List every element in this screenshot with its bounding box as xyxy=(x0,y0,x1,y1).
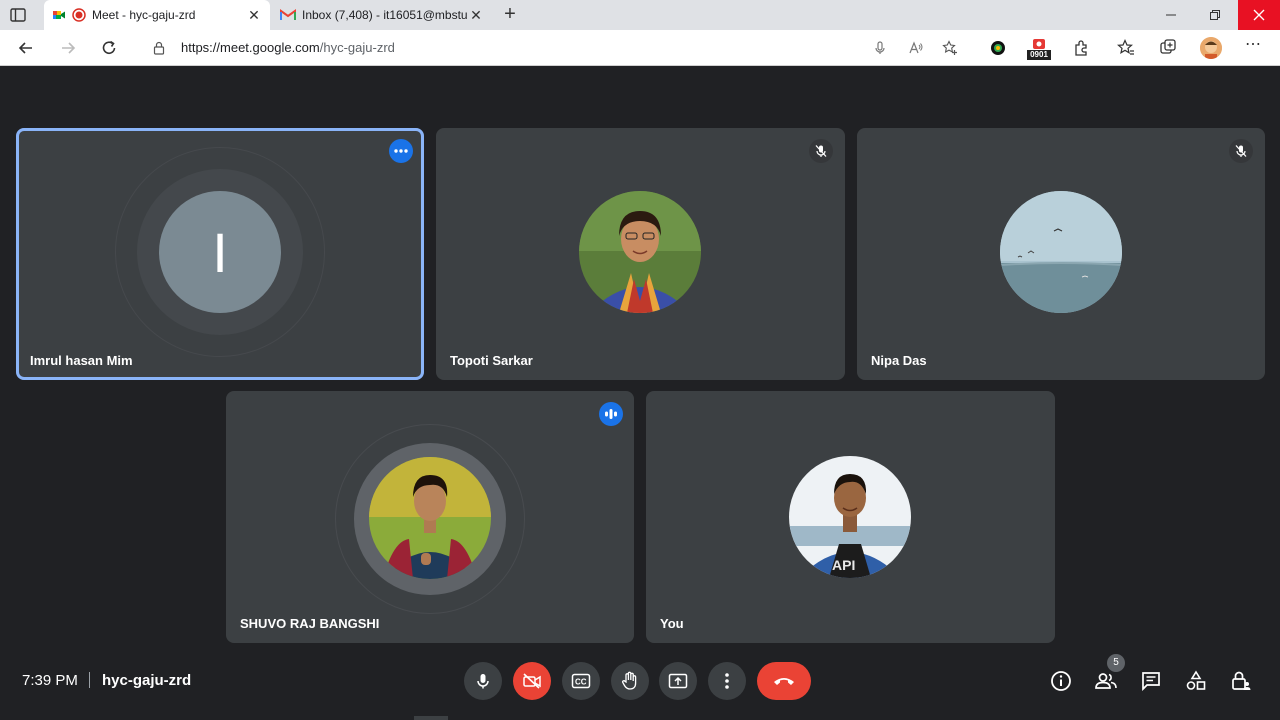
microphone-icon[interactable] xyxy=(872,40,888,56)
address-bar[interactable]: https://meet.google.com/hyc-gaju-zrd xyxy=(136,34,972,62)
participant-photo xyxy=(1000,191,1122,313)
profile-photo-icon: API xyxy=(789,456,911,578)
more-vert-icon xyxy=(725,673,729,689)
extension-color-icon[interactable] xyxy=(989,39,1007,57)
minimize-button[interactable] xyxy=(1150,0,1192,30)
muted-indicator xyxy=(1229,139,1253,163)
svg-text:CC: CC xyxy=(575,678,587,687)
refresh-icon[interactable] xyxy=(99,38,119,58)
chat-icon xyxy=(1142,672,1160,692)
minimize-icon xyxy=(1166,14,1176,16)
mic-off-icon xyxy=(1235,145,1247,157)
chat-button[interactable] xyxy=(1138,668,1164,694)
captions-button[interactable]: CC xyxy=(562,662,600,700)
gmail-icon xyxy=(280,9,296,20)
extension-badge-button[interactable]: 0901 xyxy=(1027,38,1051,60)
initial-letter: I xyxy=(212,220,228,284)
captions-icon: CC xyxy=(571,673,591,689)
info-icon xyxy=(1051,671,1071,691)
restore-icon xyxy=(1210,10,1220,20)
restore-button[interactable] xyxy=(1194,0,1236,30)
collections-icon[interactable] xyxy=(1159,39,1177,57)
more-options-button[interactable] xyxy=(389,139,413,163)
profile-picture-icon xyxy=(1200,37,1222,59)
raise-hand-icon xyxy=(622,671,637,690)
google-meet-icon xyxy=(53,11,65,19)
close-window-button[interactable] xyxy=(1238,0,1280,30)
people-count-badge: 5 xyxy=(1107,654,1125,672)
participant-name: You xyxy=(660,616,684,631)
tab-meet[interactable]: Meet - hyc-gaju-zrd ✕ xyxy=(44,0,270,30)
meeting-time: 7:39 PM xyxy=(22,672,78,689)
meeting-details-button[interactable] xyxy=(1048,668,1074,694)
svg-text:API: API xyxy=(832,557,855,573)
muted-indicator xyxy=(809,139,833,163)
recording-icon xyxy=(72,8,86,22)
tab-gmail[interactable]: Inbox (7,408) - it16051@mbstu.a ✕ xyxy=(272,0,492,30)
camera-button[interactable] xyxy=(513,662,551,700)
leave-call-button[interactable] xyxy=(757,662,811,700)
profile-photo-icon xyxy=(1000,191,1122,313)
more-options-button[interactable] xyxy=(708,662,746,700)
meet-stage: I Imrul hasan Mim Topoti Sarkar Nipa Das… xyxy=(0,67,1280,720)
participant-photo: API xyxy=(789,456,911,578)
participant-name: Nipa Das xyxy=(871,353,927,368)
lock-person-icon xyxy=(1232,671,1251,690)
new-tab-button[interactable]: + xyxy=(500,4,520,25)
add-favorite-icon[interactable] xyxy=(942,40,958,56)
people-icon xyxy=(1095,673,1117,689)
present-icon xyxy=(668,673,688,689)
present-screen-button[interactable] xyxy=(659,662,697,700)
tab-actions-icon[interactable] xyxy=(10,7,26,23)
participant-tile[interactable]: SHUVO RAJ BANGSHI xyxy=(226,391,634,643)
close-tab-icon[interactable]: ✕ xyxy=(468,7,484,23)
camera-off-icon xyxy=(523,673,541,689)
more-options-icon xyxy=(394,149,408,153)
participant-tile[interactable]: I Imrul hasan Mim xyxy=(16,128,424,380)
profile-avatar[interactable] xyxy=(1200,37,1222,59)
favorites-icon[interactable] xyxy=(1117,39,1135,57)
participant-name: Topoti Sarkar xyxy=(450,353,533,368)
extensions-icon[interactable] xyxy=(1072,39,1090,57)
divider xyxy=(89,672,90,688)
read-aloud-icon[interactable] xyxy=(908,40,924,56)
participant-tile[interactable]: Nipa Das xyxy=(857,128,1265,380)
meeting-code: hyc-gaju-zrd xyxy=(102,672,192,689)
forward-icon[interactable] xyxy=(58,38,78,58)
participant-name: SHUVO RAJ BANGSHI xyxy=(240,616,380,631)
activities-icon xyxy=(1186,670,1206,690)
self-tile[interactable]: API You xyxy=(646,391,1055,643)
avatar-initial: I xyxy=(159,191,281,313)
mic-off-icon xyxy=(815,145,827,157)
audio-level-icon xyxy=(605,409,617,419)
lock-icon[interactable] xyxy=(152,41,166,55)
close-icon xyxy=(1253,9,1265,21)
settings-more-icon[interactable]: ⋯ xyxy=(1243,37,1263,58)
speaking-indicator xyxy=(599,402,623,426)
participant-name: Imrul hasan Mim xyxy=(30,353,133,368)
raise-hand-button[interactable] xyxy=(611,662,649,700)
tab-title: Inbox (7,408) - it16051@mbstu.a xyxy=(302,8,468,22)
browser-tabstrip: Meet - hyc-gaju-zrd ✕ Inbox (7,408) - it… xyxy=(0,0,1280,30)
profile-photo-icon xyxy=(579,191,701,313)
close-tab-icon[interactable]: ✕ xyxy=(246,7,262,23)
url-text: https://meet.google.com/hyc-gaju-zrd xyxy=(181,40,395,55)
activities-button[interactable] xyxy=(1183,668,1209,694)
participant-tile[interactable]: Topoti Sarkar xyxy=(436,128,845,380)
browser-toolbar: https://meet.google.com/hyc-gaju-zrd 090… xyxy=(0,30,1280,66)
tab-title: Meet - hyc-gaju-zrd xyxy=(92,8,196,22)
participant-photo xyxy=(369,457,491,579)
microphone-button[interactable] xyxy=(464,662,502,700)
hang-up-icon xyxy=(774,678,794,685)
bottom-edge-bar xyxy=(414,716,448,720)
extension-record-icon xyxy=(1033,39,1045,49)
host-controls-button[interactable] xyxy=(1228,668,1254,694)
back-icon[interactable] xyxy=(16,38,36,58)
extension-badge: 0901 xyxy=(1027,50,1051,60)
profile-photo-icon xyxy=(369,457,491,579)
participant-photo xyxy=(579,191,701,313)
microphone-icon xyxy=(477,674,489,689)
